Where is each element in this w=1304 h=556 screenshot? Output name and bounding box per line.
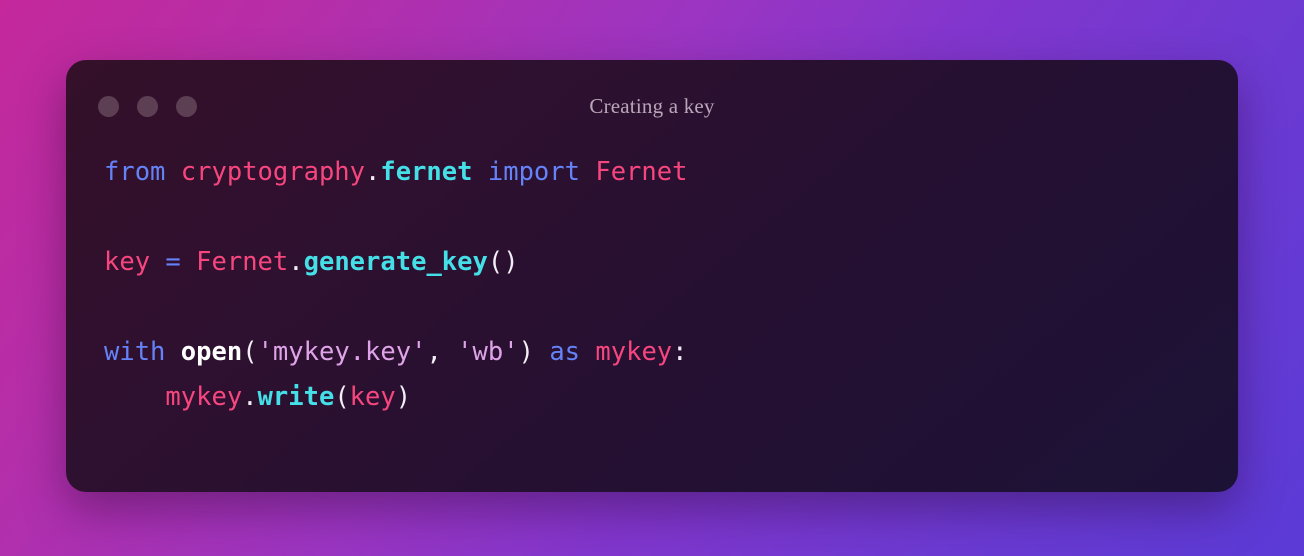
- code-token: 'mykey.key': [257, 337, 427, 367]
- code-token: .: [288, 247, 304, 277]
- code-token: 'wb': [457, 337, 519, 367]
- code-token: Fernet: [595, 157, 688, 187]
- code-token: fernet: [380, 157, 473, 187]
- window-titlebar: Creating a key: [66, 60, 1238, 122]
- code-token: import: [487, 157, 580, 187]
- code-line: key = Fernet.generate_key(): [104, 240, 1238, 285]
- code-line: mykey.write(key): [104, 375, 1238, 420]
- code-line: with open('mykey.key', 'wb') as mykey:: [104, 330, 1238, 375]
- code-token: with: [104, 337, 166, 367]
- code-token: :: [672, 337, 688, 367]
- code-token: =: [165, 247, 181, 277]
- code-window-card: Creating a key from cryptography.fernet …: [66, 60, 1238, 492]
- code-token: ,: [426, 337, 442, 367]
- code-token: write: [257, 382, 335, 412]
- code-token: .: [242, 382, 258, 412]
- code-token: cryptography: [180, 157, 366, 187]
- code-line: from cryptography.fernet import Fernet: [104, 150, 1238, 195]
- code-token: open: [180, 337, 243, 367]
- code-block: from cryptography.fernet import Fernet ke…: [66, 122, 1238, 420]
- code-token: mykey: [165, 382, 243, 412]
- code-token: (: [242, 337, 258, 367]
- code-token: mykey: [595, 337, 673, 367]
- code-token: from: [104, 157, 166, 187]
- code-token: ): [518, 337, 534, 367]
- code-token: key: [104, 247, 151, 277]
- code-token: generate_key: [303, 247, 488, 277]
- code-token: (): [487, 247, 519, 277]
- code-token: key: [349, 382, 396, 412]
- code-token: Fernet: [196, 247, 289, 277]
- window-title: Creating a key: [589, 94, 715, 118]
- code-token: (: [334, 382, 350, 412]
- code-token: .: [365, 157, 381, 187]
- code-token: ): [395, 382, 412, 412]
- page-root: { "window": { "title": "Creating a key",…: [0, 0, 1304, 556]
- code-token: as: [549, 337, 581, 367]
